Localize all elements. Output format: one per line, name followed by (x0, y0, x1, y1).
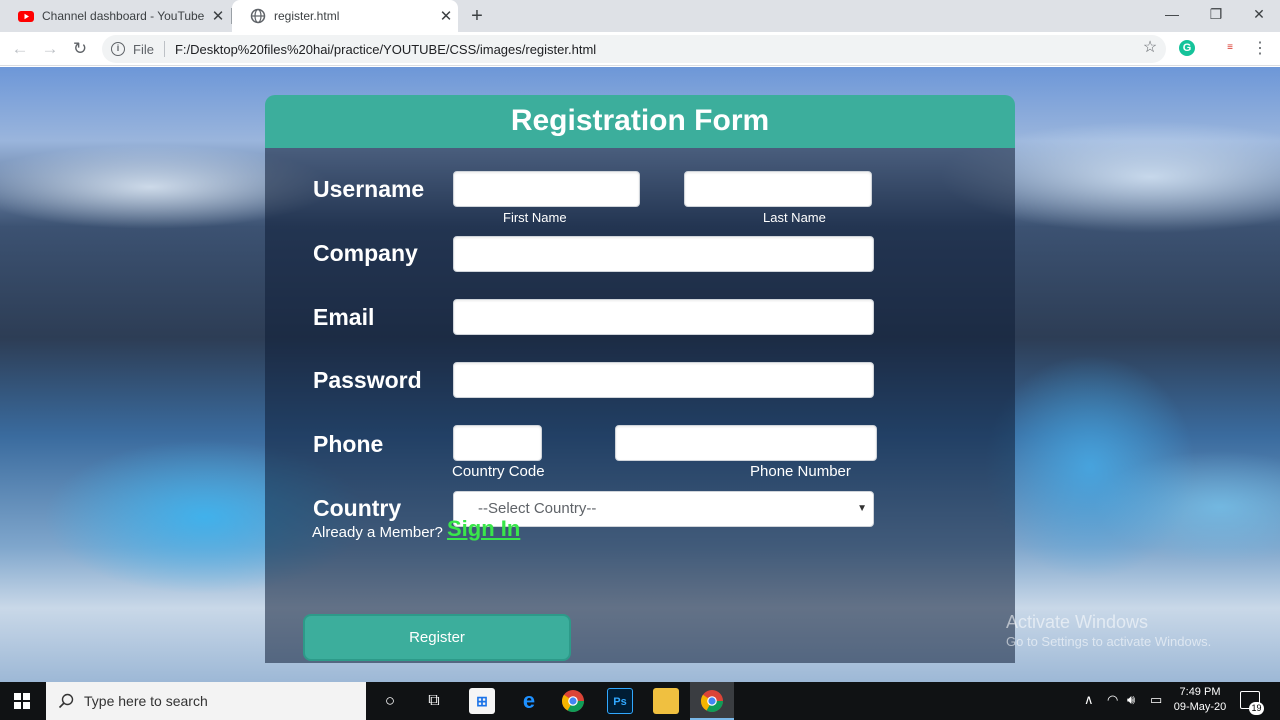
activate-windows-title: Activate Windows (1006, 612, 1149, 632)
browser-tab-bar: Channel dashboard - YouTube St ✕ registe… (0, 0, 1280, 32)
new-tab-button[interactable]: + (466, 4, 488, 28)
register-button[interactable]: Register (303, 614, 571, 661)
file-explorer-icon[interactable] (653, 688, 679, 714)
tab-youtube-dashboard[interactable]: Channel dashboard - YouTube St ✕ (0, 0, 230, 32)
task-view-icon[interactable]: ⧉ (421, 688, 447, 714)
windows-start-icon[interactable] (14, 693, 30, 709)
tab-title: register.html (274, 9, 340, 23)
last-name-input[interactable] (684, 171, 872, 207)
volume-icon[interactable]: 🔊︎ (1127, 692, 1135, 708)
last-name-label: Last Name (763, 210, 826, 225)
password-label: Password (313, 367, 422, 393)
wifi-icon[interactable]: ◠ (1107, 692, 1118, 708)
phone-label: Phone (313, 431, 384, 457)
address-divider (163, 41, 165, 57)
battery-icon[interactable]: ▭ (1150, 692, 1162, 708)
search-icon (58, 693, 74, 709)
info-icon[interactable]: i (111, 42, 125, 56)
clock-date: 09-May-20 (1173, 701, 1227, 713)
country-label: Country (313, 495, 402, 521)
windows-taskbar: Type here to search ○ ⧉ ⊞ e Ps ∧ ◠ 🔊︎ ▭ … (0, 682, 1280, 720)
first-name-input[interactable] (453, 171, 640, 207)
close-tab-icon[interactable]: ✕ (206, 7, 230, 25)
address-bar[interactable]: i File F:/Desktop%20files%20hai/practice… (102, 35, 1166, 63)
edge-icon[interactable]: e (516, 688, 542, 714)
back-arrow-icon[interactable]: ← (8, 37, 32, 61)
maximize-icon[interactable]: ❐ (1194, 0, 1238, 30)
form-body: Username First Name Last Name Company Em… (265, 148, 1015, 663)
chrome-icon (701, 690, 723, 712)
active-chrome-window[interactable] (690, 682, 734, 720)
taskbar-search-box[interactable]: Type here to search (46, 682, 366, 720)
browser-menu-icon[interactable]: ⋮ (1250, 37, 1270, 61)
country-select-value: --Select Country-- (478, 500, 597, 517)
cortana-icon[interactable]: ○ (377, 688, 403, 714)
tab-register[interactable]: register.html ✕ (232, 0, 458, 32)
taskbar-search-placeholder: Type here to search (84, 693, 208, 709)
sign-in-link[interactable]: Sign In (447, 516, 520, 542)
registration-form: Registration Form Username First Name La… (265, 95, 1015, 663)
show-hidden-icons-icon[interactable]: ∧ (1084, 692, 1094, 708)
store-icon[interactable]: ⊞ (469, 688, 495, 714)
username-label: Username (313, 176, 425, 202)
bookmark-star-icon[interactable]: ☆ (1140, 37, 1160, 59)
form-title: Registration Form (265, 95, 1015, 148)
address-scheme: File (133, 41, 154, 57)
phone-number-label: Phone Number (750, 463, 851, 480)
activate-windows-subtitle: Go to Settings to activate Windows. (1006, 634, 1212, 649)
country-code-input[interactable] (453, 425, 542, 461)
grammarly-extension-icon[interactable]: G (1179, 40, 1195, 56)
notification-count-badge: 19 (1249, 702, 1264, 715)
email-label: Email (313, 304, 375, 330)
photoshop-icon[interactable]: Ps (607, 688, 633, 714)
forward-arrow-icon[interactable]: → (38, 37, 62, 61)
password-input[interactable] (453, 362, 874, 398)
tab-title: Channel dashboard - YouTube St (42, 9, 206, 23)
phone-number-input[interactable] (615, 425, 877, 461)
dropdown-arrow-icon: ▼ (857, 503, 867, 514)
member-text: Already a Member? (312, 524, 443, 541)
chrome-icon[interactable] (560, 688, 586, 714)
company-label: Company (313, 240, 418, 266)
clock-time: 7:49 PM (1179, 686, 1221, 698)
minimize-icon[interactable]: — (1150, 0, 1194, 30)
browser-toolbar: ← → ↻ i File F:/Desktop%20files%20hai/pr… (0, 32, 1280, 66)
country-code-label: Country Code (452, 463, 545, 480)
address-url: F:/Desktop%20files%20hai/practice/YOUTUB… (174, 41, 597, 57)
email-input[interactable] (453, 299, 874, 335)
extension-icon[interactable]: ≡ (1222, 40, 1238, 56)
company-input[interactable] (453, 236, 874, 272)
reload-icon[interactable]: ↻ (68, 37, 92, 61)
close-window-icon[interactable]: ✕ (1237, 0, 1280, 30)
globe-icon (250, 8, 266, 24)
close-tab-icon[interactable]: ✕ (434, 7, 458, 25)
youtube-icon (18, 11, 34, 22)
taskbar-clock[interactable]: 7:49 PM 09-May-20 (1168, 685, 1232, 715)
first-name-label: First Name (503, 210, 567, 225)
